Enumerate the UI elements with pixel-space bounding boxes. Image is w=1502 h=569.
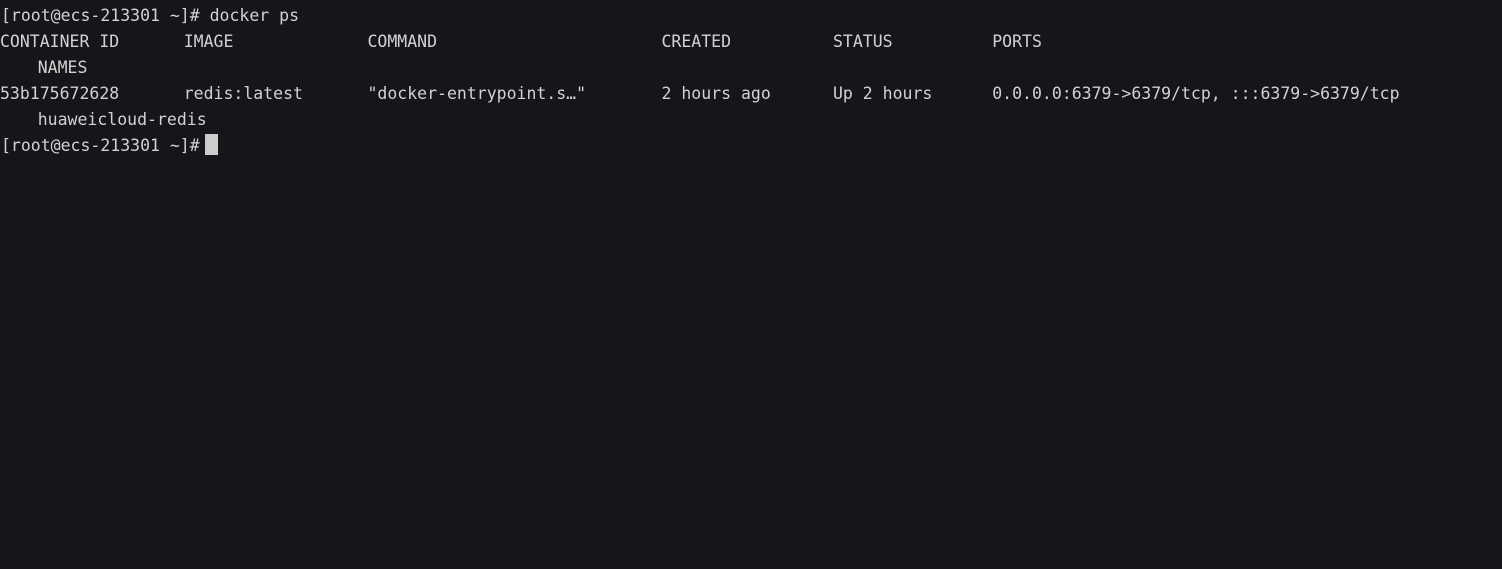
cell-status: Up 2 hours [833, 84, 933, 103]
cell-ports: 0.0.0.0:6379->6379/tcp, :::6379->6379/tc… [992, 84, 1400, 103]
final-prompt-line[interactable]: [root@ecs-213301 ~]# [0, 133, 1502, 159]
header-status: STATUS [833, 32, 893, 51]
shell-prompt: [root@ecs-213301 ~]# [1, 136, 200, 155]
table-header-row: CONTAINER ID IMAGE COMMAND CREATED STATU… [0, 29, 1502, 55]
terminal-screen: [root@ecs-213301 ~]# docker ps CONTAINER… [0, 3, 1502, 159]
header-created: CREATED [661, 32, 732, 51]
cell-created: 2 hours ago [661, 84, 771, 103]
table-row: 53b175672628 redis:latest "docker-entryp… [0, 81, 1502, 107]
cell-image: redis:latest [183, 84, 303, 103]
header-container-id: CONTAINER ID [0, 32, 120, 51]
terminal-window[interactable]: [root@ecs-213301 ~]# docker ps CONTAINER… [0, 0, 1502, 569]
shell-prompt: [root@ecs-213301 ~]# [1, 6, 200, 25]
header-command: COMMAND [367, 32, 438, 51]
header-names: NAMES [37, 58, 88, 77]
command-line: [root@ecs-213301 ~]# docker ps [0, 3, 1502, 29]
cell-container-id: 53b175672628 [0, 84, 120, 103]
header-image: IMAGE [183, 32, 234, 51]
command-text: docker ps [209, 6, 300, 25]
cell-command: "docker-entrypoint.s…" [367, 84, 587, 103]
table-header-row-wrapped: NAMES [0, 55, 1502, 81]
table-row-wrapped: huaweicloud-redis [0, 107, 1502, 133]
header-ports: PORTS [992, 32, 1042, 51]
text-cursor [204, 134, 218, 155]
cell-names: huaweicloud-redis [37, 110, 207, 129]
